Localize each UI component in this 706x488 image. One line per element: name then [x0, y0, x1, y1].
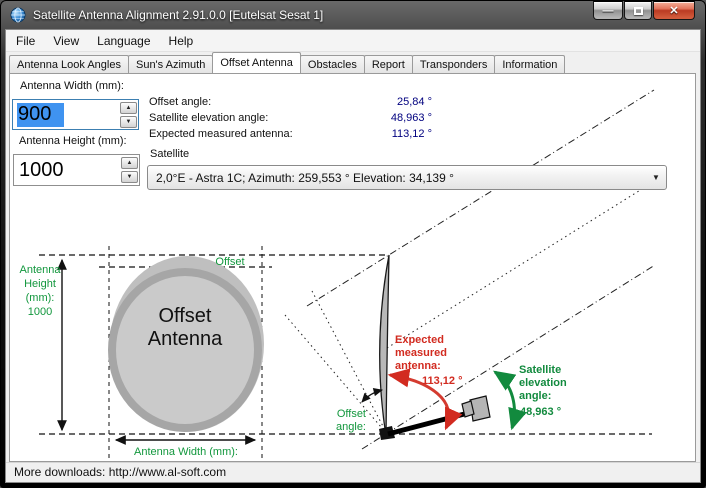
tab-transponders[interactable]: Transponders — [412, 55, 495, 73]
antenna-height-field: ▲ ▼ — [13, 154, 140, 186]
dish-profile — [380, 255, 389, 436]
close-button[interactable]: ✕ — [653, 1, 695, 20]
app-globe-icon — [10, 7, 26, 23]
tab-offset-antenna[interactable]: Offset Antenna — [212, 52, 301, 73]
maximize-button[interactable] — [624, 1, 652, 20]
elevation-label-line3: angle: — [519, 390, 551, 402]
width-label: Antenna Width (mm): — [134, 446, 238, 458]
antenna-height-spin-down[interactable]: ▼ — [121, 171, 138, 183]
antenna-width-spin-down[interactable]: ▼ — [120, 116, 137, 128]
expected-readout-value: 113,12 ° — [320, 128, 432, 140]
antenna-width-field: ▲ ▼ — [12, 99, 139, 130]
satellite-select[interactable]: 2,0°E - Astra 1C; Azimuth: 259,553 ° Ele… — [147, 165, 667, 190]
tab-information[interactable]: Information — [494, 55, 565, 73]
antenna-width-input[interactable] — [13, 100, 119, 129]
offset-label: Offset — [215, 256, 244, 268]
offset-angle-label-line1: Offset — [337, 408, 366, 420]
menu-help[interactable]: Help — [160, 30, 203, 52]
tab-report[interactable]: Report — [364, 55, 413, 73]
offset-angle-label-line2: angle: — [336, 421, 366, 433]
antenna-height-label: Antenna Height (mm): — [19, 135, 127, 147]
height-label-line3: (mm): — [26, 292, 55, 304]
antenna-height-input[interactable] — [14, 155, 120, 185]
feed-arm — [388, 412, 472, 434]
tab-antenna-look-angles[interactable]: Antenna Look Angles — [9, 55, 129, 73]
statusbar: More downloads: http://www.al-soft.com — [6, 462, 700, 482]
dish-label-line1: Offset — [159, 305, 212, 327]
height-label-line1: Antenna — [20, 264, 62, 276]
chevron-down-icon: ▼ — [646, 173, 666, 182]
expected-label-line2: measured — [395, 347, 447, 359]
satellite-selected-option: 2,0°E - Astra 1C; Azimuth: 259,553 ° Ele… — [148, 171, 646, 185]
window-title: Satellite Antenna Alignment 2.91.0.0 [Eu… — [33, 1, 323, 29]
satellite-ray-middle — [387, 189, 642, 348]
expected-readout-label: Expected measured antenna: — [149, 128, 293, 140]
tabstrip: Antenna Look Angles Sun's Azimuth Offset… — [6, 52, 700, 73]
titlebar[interactable]: Satellite Antenna Alignment 2.91.0.0 [Eu… — [1, 1, 705, 29]
tab-obstacles[interactable]: Obstacles — [300, 55, 365, 73]
elevation-angle-arc — [495, 372, 514, 428]
app-window: Satellite Antenna Alignment 2.91.0.0 [Eu… — [0, 0, 706, 488]
minimize-button[interactable]: — — [593, 1, 623, 20]
menu-view[interactable]: View — [44, 30, 88, 52]
maximize-icon — [634, 7, 643, 15]
close-icon: ✕ — [654, 2, 694, 20]
menubar: File View Language Help — [6, 30, 700, 52]
offset-angle-readout-value: 25,84 ° — [320, 96, 432, 108]
elevation-label-line1: Satellite — [519, 364, 561, 376]
minimize-icon: — — [594, 2, 622, 20]
offset-angle-readout-label: Offset angle: — [149, 96, 211, 108]
expected-label-line3: antenna: — [395, 360, 441, 372]
antenna-width-label: Antenna Width (mm): — [20, 80, 124, 92]
window-frame: File View Language Help Antenna Look Ang… — [5, 29, 701, 483]
status-text: More downloads: http://www.al-soft.com — [14, 465, 226, 479]
dish-label-line2: Antenna — [148, 328, 223, 350]
satellite-label: Satellite — [150, 148, 189, 160]
antenna-disc-front — [112, 272, 258, 428]
height-label-line2: Height — [24, 278, 56, 290]
elevation-readout-label: Satellite elevation angle: — [149, 112, 268, 124]
menu-language[interactable]: Language — [88, 30, 159, 52]
antenna-width-spin-up[interactable]: ▲ — [120, 102, 137, 114]
expected-label-line1: Expected — [395, 334, 444, 346]
menu-file[interactable]: File — [6, 30, 44, 52]
elevation-label-line2: elevation — [519, 377, 567, 389]
expected-value: 113,12 ° — [422, 375, 463, 387]
elevation-readout-value: 48,963 ° — [320, 112, 432, 124]
height-label-line4: 1000 — [28, 306, 52, 318]
elevation-value: 48,963 ° — [520, 406, 561, 418]
offset-angle-arc — [362, 390, 382, 402]
tab-suns-azimuth[interactable]: Sun's Azimuth — [128, 55, 213, 73]
offset-antenna-page: Offset Antenna Antenna Height (mm): 1000… — [9, 73, 696, 462]
antenna-height-spin-up[interactable]: ▲ — [121, 157, 138, 169]
